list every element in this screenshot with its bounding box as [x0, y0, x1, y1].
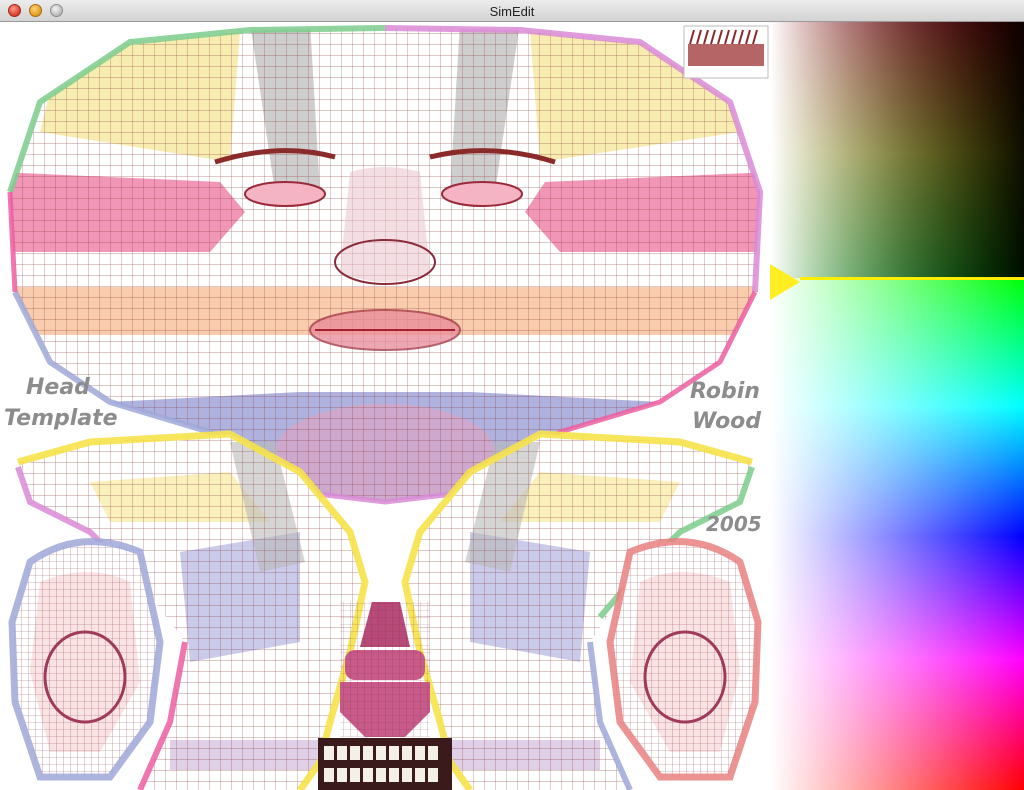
- hair-thumbnail[interactable]: [683, 25, 769, 79]
- texture-canvas[interactable]: Head Template Robin Wood 2005: [0, 22, 770, 790]
- color-picker-marker-icon[interactable]: [770, 264, 800, 300]
- label-robin: Robin: [690, 379, 760, 404]
- right-ear-region: [606, 538, 762, 781]
- left-ear-region: [8, 538, 164, 781]
- label-head: Head: [26, 375, 90, 400]
- color-picker-panel[interactable]: [770, 22, 1024, 790]
- window-title: SimEdit: [489, 4, 535, 19]
- color-picker-marker-line[interactable]: [800, 277, 1024, 280]
- dark-gradient: [770, 22, 1024, 278]
- label-wood: Wood: [692, 409, 761, 434]
- label-year: 2005: [706, 512, 762, 536]
- label-template: Template: [4, 406, 118, 431]
- title-bar[interactable]: SimEdit: [0, 0, 1024, 22]
